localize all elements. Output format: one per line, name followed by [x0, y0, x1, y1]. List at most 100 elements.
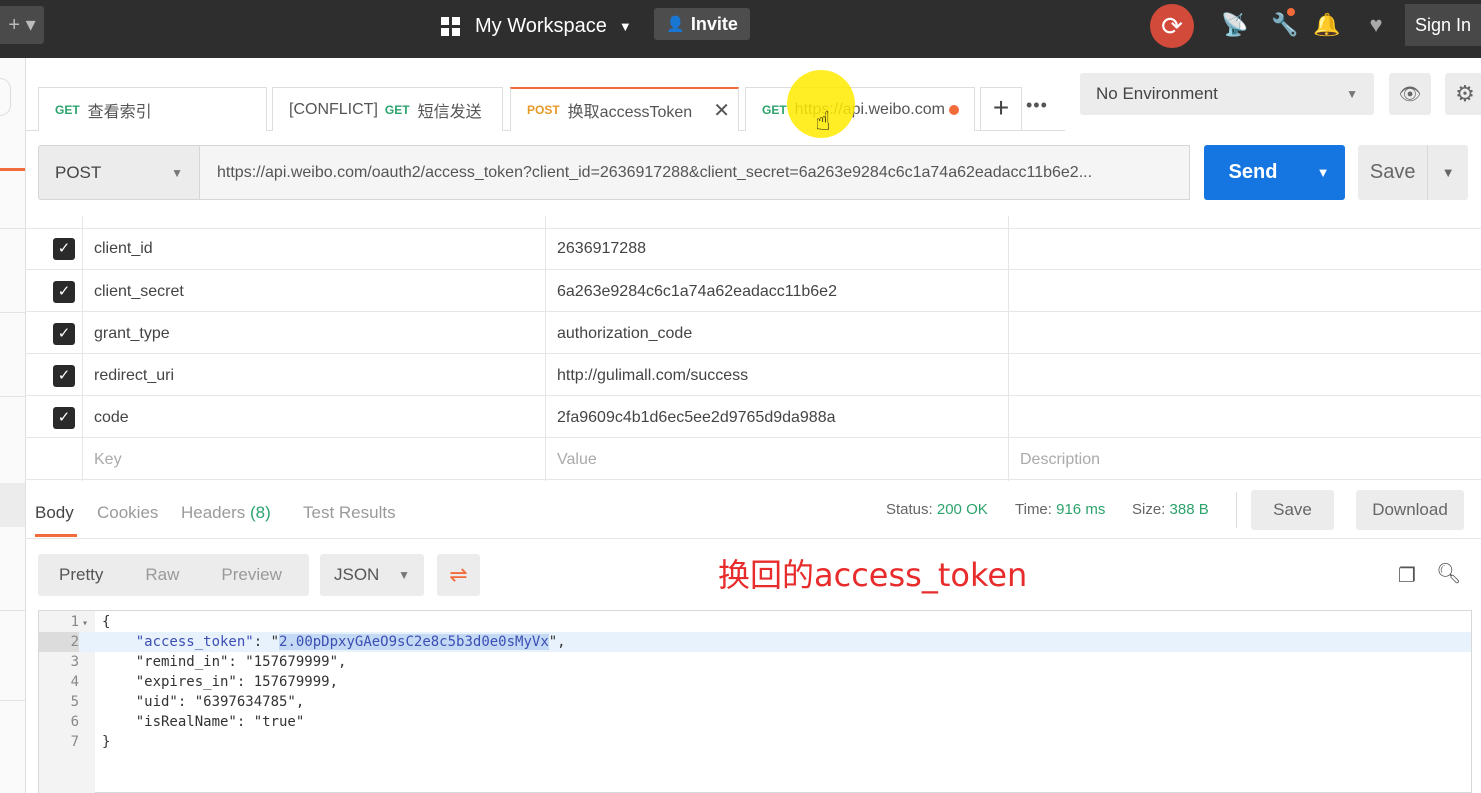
sidebar-divider — [0, 396, 25, 397]
search-icon[interactable]: 🔍︎ — [1436, 561, 1461, 586]
method-select[interactable]: POST ▼ — [38, 145, 200, 200]
gear-icon[interactable]: ⚙ — [1445, 73, 1481, 115]
sync-icon[interactable]: ⟳ — [1150, 4, 1194, 48]
download-button[interactable]: Download — [1356, 490, 1464, 530]
eye-icon[interactable]: 👁 — [1389, 73, 1431, 115]
response-time: Time: 916 ms — [1015, 501, 1105, 518]
line-number: 6 — [70, 714, 79, 730]
status-label: Status: — [886, 501, 933, 518]
fold-icon[interactable]: ▾ — [82, 618, 88, 629]
param-key[interactable]: code — [94, 409, 129, 427]
size-value: 388 B — [1169, 501, 1209, 518]
caret-down-icon: ▼ — [398, 568, 410, 582]
sidebar-search[interactable] — [0, 78, 11, 116]
bell-icon[interactable]: 🔔 — [1312, 10, 1342, 40]
param-value[interactable]: authorization_code — [557, 325, 692, 343]
caret-down-icon[interactable]: ▼ — [1302, 165, 1344, 180]
status-value: 200 OK — [936, 501, 988, 518]
new-button[interactable]: + ▾ — [0, 6, 44, 44]
param-checkbox[interactable]: ✓ — [53, 238, 75, 260]
save-label: Save — [1369, 161, 1416, 183]
view-mode-group: Pretty Raw Preview — [38, 554, 309, 596]
line-number: 3 — [70, 654, 79, 670]
heart-icon[interactable]: ♥ — [1361, 10, 1391, 40]
tab-cookies[interactable]: Cookies — [97, 503, 158, 523]
response-divider — [25, 538, 1481, 539]
view-preview-button[interactable]: Preview — [200, 565, 302, 585]
method-badge: GET — [384, 102, 410, 117]
format-select[interactable]: JSON ▼ — [320, 554, 424, 596]
tab-test-results[interactable]: Test Results — [303, 503, 396, 523]
send-label: Send — [1228, 161, 1278, 183]
line-number: 5 — [70, 694, 79, 710]
tab-headers[interactable]: Headers (8) — [181, 503, 271, 523]
param-checkbox[interactable]: ✓ — [53, 365, 75, 387]
param-value[interactable]: http://gulimall.com/success — [557, 367, 748, 385]
column-divider — [545, 216, 546, 481]
code-line: 6 "isRealName": "true" — [39, 712, 1471, 732]
code-text: "expires_in": 157679999, — [102, 674, 339, 690]
param-key[interactable]: client_secret — [94, 283, 184, 301]
code-text: "isRealName": "true" — [102, 714, 305, 730]
sidebar-divider — [0, 610, 25, 611]
time-label: Time: — [1015, 501, 1052, 518]
code-line: 3 "remind_in": "157679999", — [39, 652, 1471, 672]
tab-label: 查看索引 — [87, 103, 152, 121]
caret-down-icon[interactable]: ▼ — [1427, 145, 1468, 200]
tab-request[interactable]: GET 查看索引 — [38, 87, 267, 131]
format-label: JSON — [334, 565, 380, 584]
sign-in-button[interactable]: Sign In — [1405, 4, 1481, 46]
param-value[interactable]: 2fa9609c4b1d6ec5ee2d9765d9da988a — [557, 409, 836, 427]
code-line: 5 "uid": "6397634785", — [39, 692, 1471, 712]
sidebar-divider — [0, 700, 25, 701]
save-response-button[interactable]: Save — [1251, 490, 1334, 530]
send-button[interactable]: Send ▼ — [1204, 145, 1345, 200]
table-row — [25, 354, 1481, 396]
view-pretty-button[interactable]: Pretty — [38, 565, 124, 585]
new-tab-button[interactable]: + — [980, 87, 1022, 131]
param-key[interactable]: redirect_uri — [94, 367, 174, 385]
params-header — [25, 214, 1481, 229]
sidebar-item-selected[interactable] — [0, 483, 25, 527]
invite-button[interactable]: 👤 Invite — [654, 8, 750, 40]
param-value[interactable]: 2636917288 — [557, 240, 646, 258]
annotation-text: 换回的access_token — [718, 556, 1028, 594]
param-key[interactable]: client_id — [94, 240, 153, 258]
wrap-lines-icon[interactable]: ⇌ — [437, 554, 480, 596]
caret-down-icon: ▼ — [618, 18, 632, 34]
method-badge: POST — [527, 103, 560, 117]
param-key[interactable]: grant_type — [94, 325, 170, 343]
tab-request-active[interactable]: POST 换取accessToken ✕ — [510, 87, 739, 131]
new-value-input[interactable]: Value — [557, 451, 597, 469]
copy-icon[interactable]: ❐ — [1398, 563, 1416, 588]
param-checkbox[interactable]: ✓ — [53, 281, 75, 303]
json-punct: : " — [253, 634, 280, 650]
size-label: Size: — [1132, 501, 1166, 518]
tab-request[interactable]: [CONFLICT] GET 短信发送 — [272, 87, 503, 131]
param-value[interactable]: 6a263e9284c6c1a74a62eadacc11b6e2 — [557, 283, 837, 301]
new-description-input[interactable]: Description — [1020, 451, 1100, 469]
close-tab-icon[interactable]: ✕ — [713, 98, 730, 123]
satellite-icon[interactable]: 📡 — [1220, 10, 1250, 40]
tab-body[interactable]: Body — [35, 503, 74, 523]
save-button[interactable]: Save ▼ — [1358, 145, 1468, 200]
tab-label: 短信发送 — [417, 103, 482, 121]
environment-select[interactable]: No Environment ▼ — [1080, 73, 1374, 115]
param-checkbox[interactable]: ✓ — [53, 323, 75, 345]
json-key: "access_token" — [135, 634, 254, 650]
table-row — [25, 228, 1481, 270]
param-checkbox[interactable]: ✓ — [53, 407, 75, 429]
code-text: "remind_in": "157679999", — [102, 654, 347, 670]
line-number: 2 — [39, 632, 79, 652]
view-raw-button[interactable]: Raw — [124, 565, 200, 585]
wrench-icon[interactable]: 🔧 — [1270, 10, 1300, 40]
url-input[interactable]: https://api.weibo.com/oauth2/access_toke… — [200, 145, 1190, 200]
new-key-input[interactable]: Key — [94, 451, 122, 469]
method-badge: GET — [762, 102, 787, 117]
tab-headers-label: Headers — [181, 503, 246, 522]
sidebar-active-indicator — [0, 168, 25, 171]
more-tabs-icon[interactable]: ••• — [1026, 95, 1048, 116]
workspace-switcher[interactable]: My Workspace ▼ — [441, 13, 632, 39]
selected-token[interactable]: 2.00pDpxyGAeO9sC2e8c5b3d0e0sMyVx — [279, 634, 549, 650]
tab-request[interactable]: GET https://api.weibo.com — [745, 87, 975, 131]
